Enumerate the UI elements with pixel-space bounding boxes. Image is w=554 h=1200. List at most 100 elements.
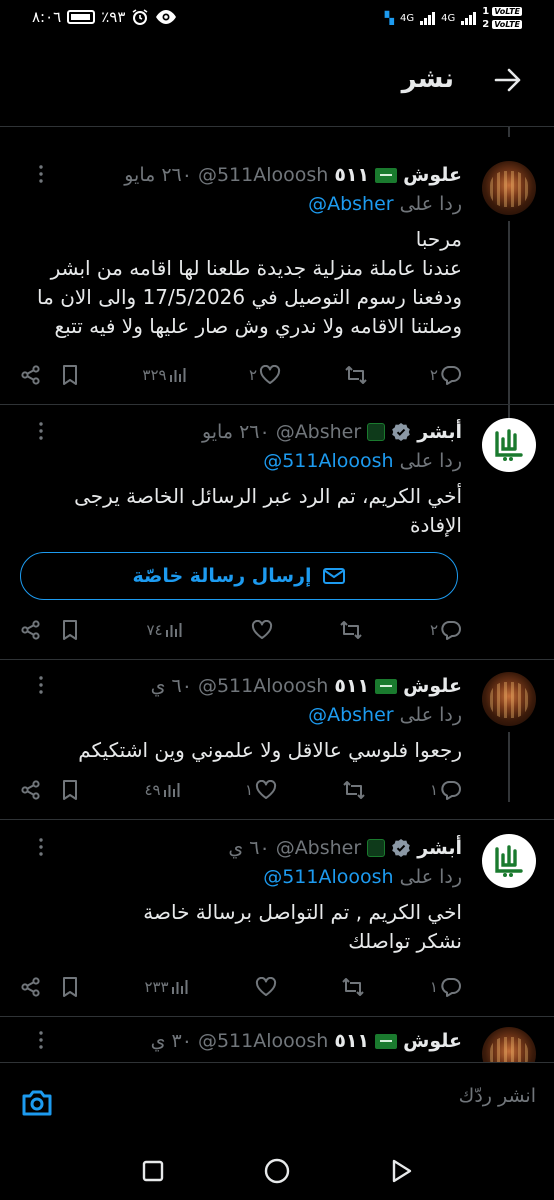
display-name[interactable]: علوش bbox=[403, 675, 462, 697]
bookmark-icon bbox=[63, 365, 77, 385]
like-button[interactable]: ٢ bbox=[249, 365, 281, 385]
camera-button[interactable] bbox=[20, 1085, 54, 1119]
likes-value: ١ bbox=[245, 781, 254, 799]
more-options-button[interactable] bbox=[20, 1029, 46, 1051]
verified-badge-icon bbox=[391, 422, 411, 442]
more-options-button[interactable] bbox=[20, 420, 46, 442]
bookmark-button[interactable] bbox=[60, 364, 80, 386]
reply-button[interactable]: ١ bbox=[430, 976, 462, 998]
more-options-button[interactable] bbox=[20, 163, 46, 185]
sim1-network: 4G bbox=[399, 12, 415, 24]
display-name[interactable]: علوش bbox=[403, 164, 462, 186]
avatar[interactable] bbox=[482, 418, 536, 472]
more-options-button[interactable] bbox=[20, 836, 46, 858]
absher-logo-icon bbox=[495, 845, 523, 877]
mention-link[interactable]: @511Alooosh bbox=[263, 450, 393, 472]
arrow-right-icon bbox=[494, 68, 521, 92]
share-icon bbox=[21, 780, 40, 800]
replying-to-label: ردا على bbox=[399, 193, 462, 215]
user-handle[interactable]: @511Alooosh bbox=[198, 1030, 328, 1052]
replying-to-label: ردا على bbox=[399, 450, 462, 472]
avatar[interactable] bbox=[482, 672, 536, 726]
thread-connector bbox=[508, 732, 510, 802]
user-handle[interactable]: @511Alooosh bbox=[198, 675, 328, 697]
like-button[interactable]: ١ bbox=[245, 780, 277, 800]
tweet-header: علوش ٥١١ @511Alooosh ٦٠ ي bbox=[20, 672, 462, 700]
bookmark-button[interactable] bbox=[60, 619, 80, 641]
more-options-button[interactable] bbox=[20, 674, 46, 696]
like-button[interactable] bbox=[253, 977, 277, 997]
share-button[interactable] bbox=[20, 976, 42, 998]
recents-button[interactable] bbox=[138, 1156, 168, 1186]
battery-level: ٪٩٣ bbox=[101, 8, 126, 26]
more-vertical-icon bbox=[39, 838, 43, 856]
heart-icon bbox=[251, 620, 273, 639]
org-affiliation-icon[interactable] bbox=[367, 839, 386, 857]
tweet-date[interactable]: ٦٠ ي bbox=[151, 675, 192, 697]
retweet-button[interactable] bbox=[341, 977, 365, 997]
tweet-text: مرحبا عندنا عاملة منزلية جديدة طلعنا لها… bbox=[37, 227, 462, 338]
tweet-body: علوش ٥١١ @511Alooosh ٢٦٠ مايو ردا على @Ab… bbox=[20, 161, 462, 341]
reply-thread[interactable]: علوش ٥١١ @511Alooosh ٢٦٠ مايو ردا على @Ab… bbox=[0, 127, 554, 1062]
share-button[interactable] bbox=[20, 364, 42, 386]
views-count[interactable]: ٢٣٣ bbox=[144, 978, 188, 996]
retweet-button[interactable] bbox=[339, 620, 363, 640]
tweet-date[interactable]: ٢٦٠ مايو bbox=[202, 421, 270, 443]
sim1-label: 1 bbox=[482, 6, 490, 17]
bookmark-button[interactable] bbox=[60, 779, 80, 801]
more-vertical-icon bbox=[39, 676, 43, 694]
avatar[interactable] bbox=[482, 161, 536, 215]
retweet-icon bbox=[344, 366, 367, 384]
system-back-button[interactable] bbox=[386, 1156, 416, 1186]
display-name[interactable]: أبشر bbox=[417, 421, 462, 443]
analytics-icon bbox=[171, 980, 188, 994]
org-affiliation-icon[interactable] bbox=[367, 423, 386, 441]
bookmark-button[interactable] bbox=[60, 976, 80, 998]
more-vertical-icon bbox=[39, 165, 43, 183]
sim-labels: 1 VoLTE 2 VoLTE bbox=[482, 6, 522, 30]
retweet-button[interactable] bbox=[344, 365, 368, 385]
reply-button[interactable]: ٢ bbox=[430, 619, 462, 641]
back-button[interactable] bbox=[490, 62, 526, 98]
tweet-date[interactable]: ٢٦٠ مايو bbox=[124, 164, 192, 186]
reply-button[interactable]: ١ bbox=[430, 779, 462, 801]
replies-value: ١ bbox=[429, 781, 438, 799]
tweet-date[interactable]: ٣٠ ي bbox=[151, 1030, 192, 1052]
user-handle[interactable]: @Absher bbox=[276, 837, 362, 859]
home-button[interactable] bbox=[262, 1156, 292, 1186]
display-name[interactable]: أبشر bbox=[417, 837, 462, 859]
tweet-body: أبشر @Absher ٢٦٠ مايو ردا على @511Alooos… bbox=[20, 418, 462, 540]
envelope-icon bbox=[322, 568, 345, 584]
user-handle[interactable]: @511Alooosh bbox=[198, 164, 328, 186]
mention-link[interactable]: @Absher bbox=[308, 704, 394, 726]
display-name[interactable]: علوش bbox=[403, 1030, 462, 1052]
retweet-button[interactable] bbox=[342, 780, 366, 800]
tweet-header: علوش ٥١١ @511Alooosh ٣٠ ي bbox=[20, 1027, 462, 1055]
share-button[interactable] bbox=[20, 619, 42, 641]
like-button[interactable] bbox=[249, 620, 273, 640]
tweet[interactable]: علوش ٥١١ @511Alooosh ٣٠ ي bbox=[0, 1027, 554, 1062]
avatar[interactable] bbox=[482, 1027, 536, 1062]
user-handle[interactable]: @Absher bbox=[276, 421, 362, 443]
tweet-header: أبشر @Absher ٢٦٠ مايو bbox=[20, 418, 462, 446]
reply-button[interactable]: ٢ bbox=[430, 364, 462, 386]
views-count[interactable]: ٧٤ bbox=[146, 621, 182, 639]
mention-link[interactable]: @511Alooosh bbox=[263, 866, 393, 888]
send-dm-button[interactable]: إرسال رسالة خاصّة bbox=[20, 552, 458, 600]
views-count[interactable]: ٣٢٩ bbox=[142, 366, 186, 384]
tweet-text: اخي الكريم , تم التواصل برسالة خاصة نشكر… bbox=[143, 900, 462, 953]
tweet-actions: ٣٢٩ ٢ ٢ bbox=[20, 360, 462, 390]
reply-input[interactable]: انشر ردّك bbox=[459, 1085, 536, 1107]
page-title: نشر bbox=[401, 64, 454, 94]
circle-icon bbox=[264, 1158, 290, 1184]
views-count[interactable]: ٤٩ bbox=[144, 781, 180, 799]
send-dm-label: إرسال رسالة خاصّة bbox=[132, 565, 312, 587]
analytics-icon bbox=[163, 783, 180, 797]
replying-to: ردا على @511Alooosh bbox=[20, 446, 462, 476]
mention-link[interactable]: @Absher bbox=[308, 193, 394, 215]
avatar[interactable] bbox=[482, 834, 536, 888]
share-button[interactable] bbox=[20, 779, 42, 801]
tweet-date[interactable]: ٦٠ ي bbox=[228, 837, 269, 859]
signal-icon-sim1 bbox=[420, 11, 436, 25]
analytics-icon bbox=[169, 368, 186, 382]
